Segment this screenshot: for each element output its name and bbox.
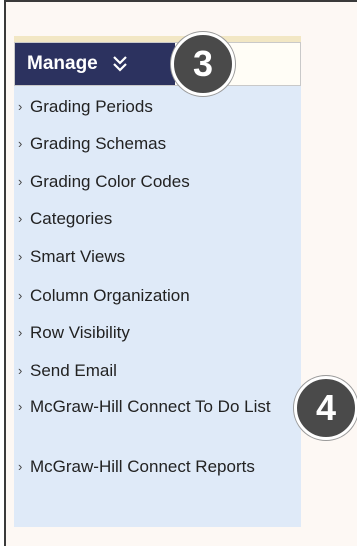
- manage-menu-header: Manage: [14, 42, 301, 86]
- menu-item-column-organization[interactable]: › Column Organization: [14, 285, 301, 307]
- callout-badge-3: 3: [171, 32, 235, 96]
- chevron-right-icon: ›: [18, 249, 23, 264]
- chevron-right-icon: ›: [18, 288, 23, 303]
- manage-menu-toggle[interactable]: Manage: [15, 43, 175, 85]
- menu-item-send-email[interactable]: › Send Email: [14, 360, 301, 382]
- menu-item-label: Grading Schemas: [30, 134, 167, 153]
- chevron-right-icon: ›: [18, 325, 23, 340]
- chevron-right-icon: ›: [18, 99, 23, 114]
- chevron-right-icon: ›: [18, 363, 23, 378]
- menu-item-grading-color-codes[interactable]: › Grading Color Codes: [14, 171, 301, 193]
- menu-item-label: McGraw-Hill Connect To Do List: [30, 397, 271, 416]
- menu-item-label: Grading Periods: [30, 97, 153, 116]
- double-chevron-down-icon: [112, 56, 127, 72]
- chevron-right-icon: ›: [18, 459, 23, 474]
- chevron-right-icon: ›: [18, 136, 23, 151]
- manage-menu-title: Manage: [27, 53, 98, 74]
- chevron-right-icon: ›: [18, 174, 23, 189]
- chevron-right-icon: ›: [18, 399, 23, 414]
- chevron-right-icon: ›: [18, 211, 23, 226]
- menu-item-categories[interactable]: › Categories: [14, 208, 301, 230]
- menu-item-grading-periods[interactable]: › Grading Periods: [14, 96, 301, 118]
- menu-item-label: McGraw-Hill Connect Reports: [30, 457, 255, 476]
- callout-badge-4: 4: [294, 376, 357, 440]
- menu-item-label: Column Organization: [30, 286, 190, 305]
- menu-item-grading-schemas[interactable]: › Grading Schemas: [14, 133, 301, 155]
- menu-item-label: Categories: [30, 209, 113, 228]
- menu-item-label: Grading Color Codes: [30, 172, 190, 191]
- menu-item-row-visibility[interactable]: › Row Visibility: [14, 322, 301, 344]
- menu-item-label: Row Visibility: [30, 323, 130, 342]
- menu-item-connect-to-do-list[interactable]: › McGraw-Hill Connect To Do List: [14, 396, 301, 418]
- menu-item-label: Smart Views: [30, 247, 126, 266]
- menu-item-connect-reports[interactable]: › McGraw-Hill Connect Reports: [14, 456, 301, 478]
- menu-item-smart-views[interactable]: › Smart Views: [14, 246, 301, 268]
- menu-item-label: Send Email: [30, 361, 117, 380]
